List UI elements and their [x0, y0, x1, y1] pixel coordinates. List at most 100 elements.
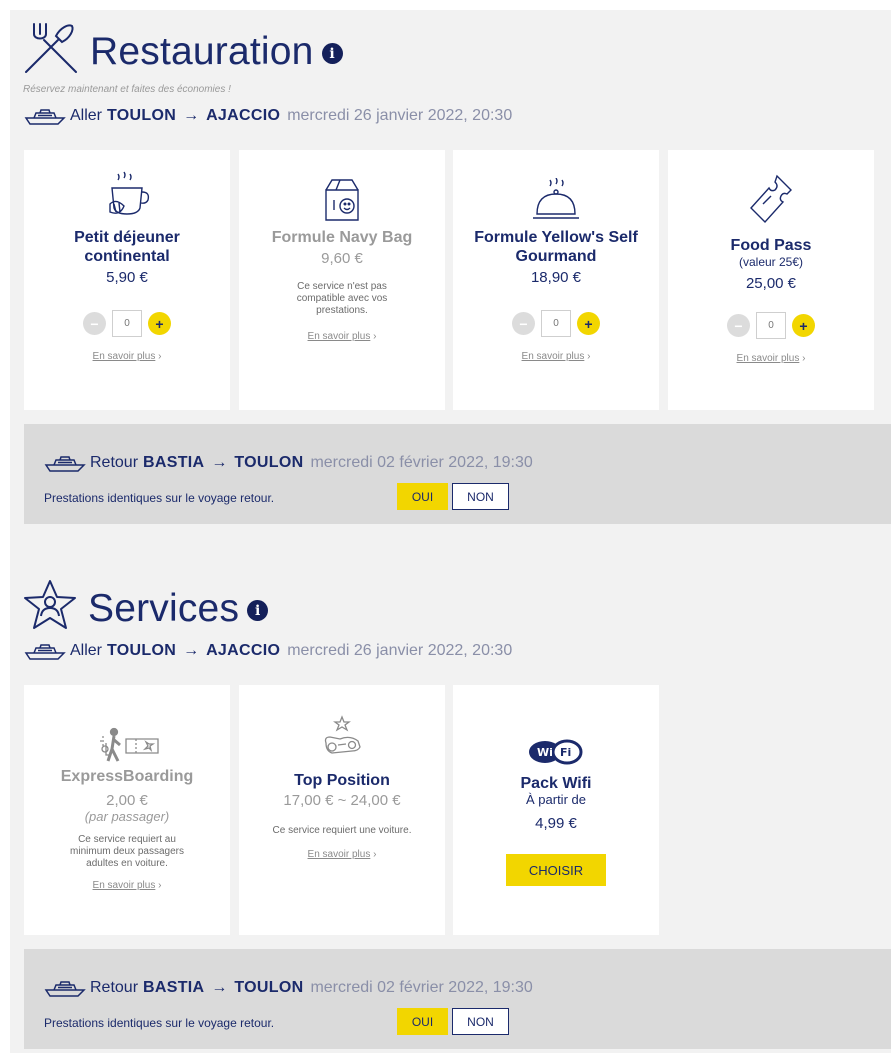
chevron-right-icon: › — [373, 331, 377, 342]
increment-button[interactable]: + — [792, 314, 815, 337]
card-pack-wifi: Wi Fi Pack Wifi À partir de 4,99 € CHOIS… — [453, 685, 659, 935]
learn-more-link[interactable]: En savoir plus › — [522, 351, 591, 362]
no-button[interactable]: NON — [452, 483, 509, 510]
car-star-icon — [320, 699, 364, 765]
info-icon[interactable]: i — [247, 600, 269, 621]
increment-button[interactable]: + — [577, 312, 600, 335]
restauration-title: Restauration — [90, 29, 314, 73]
card-title: Formule Yellow's Self Gourmand — [474, 229, 638, 265]
wifi-logo-text-fi: Fi — [560, 746, 571, 759]
decrement-button[interactable]: − — [83, 312, 106, 335]
quantity-input[interactable] — [112, 310, 142, 337]
yes-button[interactable]: OUI — [397, 1008, 448, 1035]
route-from: BASTIA — [143, 979, 205, 996]
card-price: 5,90 € — [106, 269, 148, 286]
services-header: Services i — [20, 578, 269, 639]
learn-more-link[interactable]: En savoir plus › — [93, 351, 162, 362]
card-navy-bag: Formule Navy Bag 9,60 € Ce service n'est… — [239, 150, 445, 410]
card-subtitle: (valeur 25€) — [738, 255, 804, 269]
card-title: Formule Navy Bag — [271, 229, 413, 246]
card-price: 25,00 € — [745, 275, 797, 292]
ship-icon — [24, 642, 66, 660]
card-price: 17,00 € ~ 24,00 € — [283, 792, 401, 809]
retour-route: Retour BASTIA → TOULON mercredi 02 févri… — [44, 454, 533, 472]
chevron-right-icon: › — [802, 353, 806, 364]
route-label: Aller — [70, 642, 103, 659]
retour-route: Retour BASTIA → TOULON mercredi 02 févri… — [44, 979, 533, 997]
services-aller-route: Aller TOULON → AJACCIO mercredi 26 janvi… — [24, 642, 512, 660]
route-to: TOULON — [234, 454, 304, 471]
route-from: TOULON — [107, 107, 177, 124]
card-note: Ce service requiert au minimum deux pass… — [70, 834, 184, 869]
route-date: mercredi 02 février 2022, 19:30 — [310, 979, 533, 996]
page: Restauration i Réservez maintenant et fa… — [10, 10, 891, 1053]
increment-button[interactable]: + — [148, 312, 171, 335]
card-title: Pack Wifi — [520, 775, 592, 792]
ticket-icon — [749, 164, 793, 226]
ship-icon — [24, 107, 66, 125]
star-person-icon — [20, 578, 80, 639]
route-from: BASTIA — [143, 454, 205, 471]
services-title: Services — [88, 586, 240, 630]
wifi-logo-text-wi: Wi — [537, 746, 553, 759]
coffee-croissant-icon — [102, 164, 152, 222]
quantity-stepper: − + — [727, 312, 815, 339]
card-subtitle: (par passager) — [84, 809, 170, 824]
decrement-button[interactable]: − — [512, 312, 535, 335]
card-price: 18,90 € — [530, 269, 582, 286]
card-note: Ce service n'est pas compatible avec vos… — [296, 281, 388, 316]
learn-more-label: En savoir plus — [92, 351, 156, 362]
chevron-right-icon: › — [587, 351, 591, 362]
learn-more-label: En savoir plus — [307, 849, 371, 860]
card-top-position: Top Position 17,00 € ~ 24,00 € Ce servic… — [239, 685, 445, 935]
restauration-header: Restauration i — [20, 20, 343, 83]
card-price: 4,99 € — [535, 815, 577, 832]
route-label: Aller — [70, 107, 103, 124]
restauration-retour-panel: Retour BASTIA → TOULON mercredi 02 févri… — [24, 424, 891, 524]
info-icon[interactable]: i — [321, 43, 343, 64]
card-title: Food Pass — [730, 237, 812, 254]
arrow-icon: → — [211, 454, 228, 471]
ship-icon — [44, 979, 86, 997]
arrow-icon: → — [183, 107, 200, 124]
no-button[interactable]: NON — [452, 1008, 509, 1035]
quantity-input[interactable] — [756, 312, 786, 339]
restauration-aller-route: Aller TOULON → AJACCIO mercredi 26 janvi… — [24, 107, 512, 125]
learn-more-link[interactable]: En savoir plus › — [308, 331, 377, 342]
chevron-right-icon: › — [158, 880, 162, 891]
learn-more-label: En savoir plus — [736, 353, 800, 364]
route-to: TOULON — [234, 979, 304, 996]
route-to: AJACCIO — [206, 642, 281, 659]
decrement-button[interactable]: − — [727, 314, 750, 337]
chevron-right-icon: › — [373, 849, 377, 860]
learn-more-label: En savoir plus — [521, 351, 585, 362]
route-date: mercredi 26 janvier 2022, 20:30 — [287, 642, 513, 659]
learn-more-link[interactable]: En savoir plus › — [93, 880, 162, 891]
card-subtitle: À partir de — [526, 792, 586, 807]
learn-more-link[interactable]: En savoir plus › — [308, 849, 377, 860]
card-title: Petit déjeuner continental — [74, 229, 180, 265]
learn-more-label: En savoir plus — [92, 880, 156, 891]
yes-button[interactable]: OUI — [397, 483, 448, 510]
quantity-stepper: − + — [83, 310, 171, 337]
learn-more-link[interactable]: En savoir plus › — [737, 353, 806, 364]
card-note: Ce service requiert une voiture. — [272, 825, 412, 836]
card-express-boarding: ExpressBoarding 2,00 € (par passager) Ce… — [24, 685, 230, 935]
cutlery-icon — [20, 20, 82, 83]
cloche-icon — [531, 164, 581, 222]
card-title: ExpressBoarding — [60, 768, 194, 785]
card-yellows-self-gourmand: Formule Yellow's Self Gourmand 18,90 € −… — [453, 150, 659, 410]
choose-button[interactable]: CHOISIR — [506, 854, 606, 886]
card-petit-dejeuner: Petit déjeuner continental 5,90 € − + En… — [24, 150, 230, 410]
route-label: Retour — [90, 979, 139, 996]
services-retour-panel: Retour BASTIA → TOULON mercredi 02 févri… — [24, 949, 891, 1049]
route-label: Retour — [90, 454, 139, 471]
wifi-icon: Wi Fi — [528, 699, 584, 765]
quantity-stepper: − + — [512, 310, 600, 337]
quantity-input[interactable] — [541, 310, 571, 337]
arrow-icon: → — [211, 979, 228, 996]
card-price: 9,60 € — [321, 250, 363, 267]
card-food-pass: Food Pass (valeur 25€) 25,00 € − + En sa… — [668, 150, 874, 410]
card-title: Top Position — [294, 772, 390, 789]
route-from: TOULON — [107, 642, 177, 659]
